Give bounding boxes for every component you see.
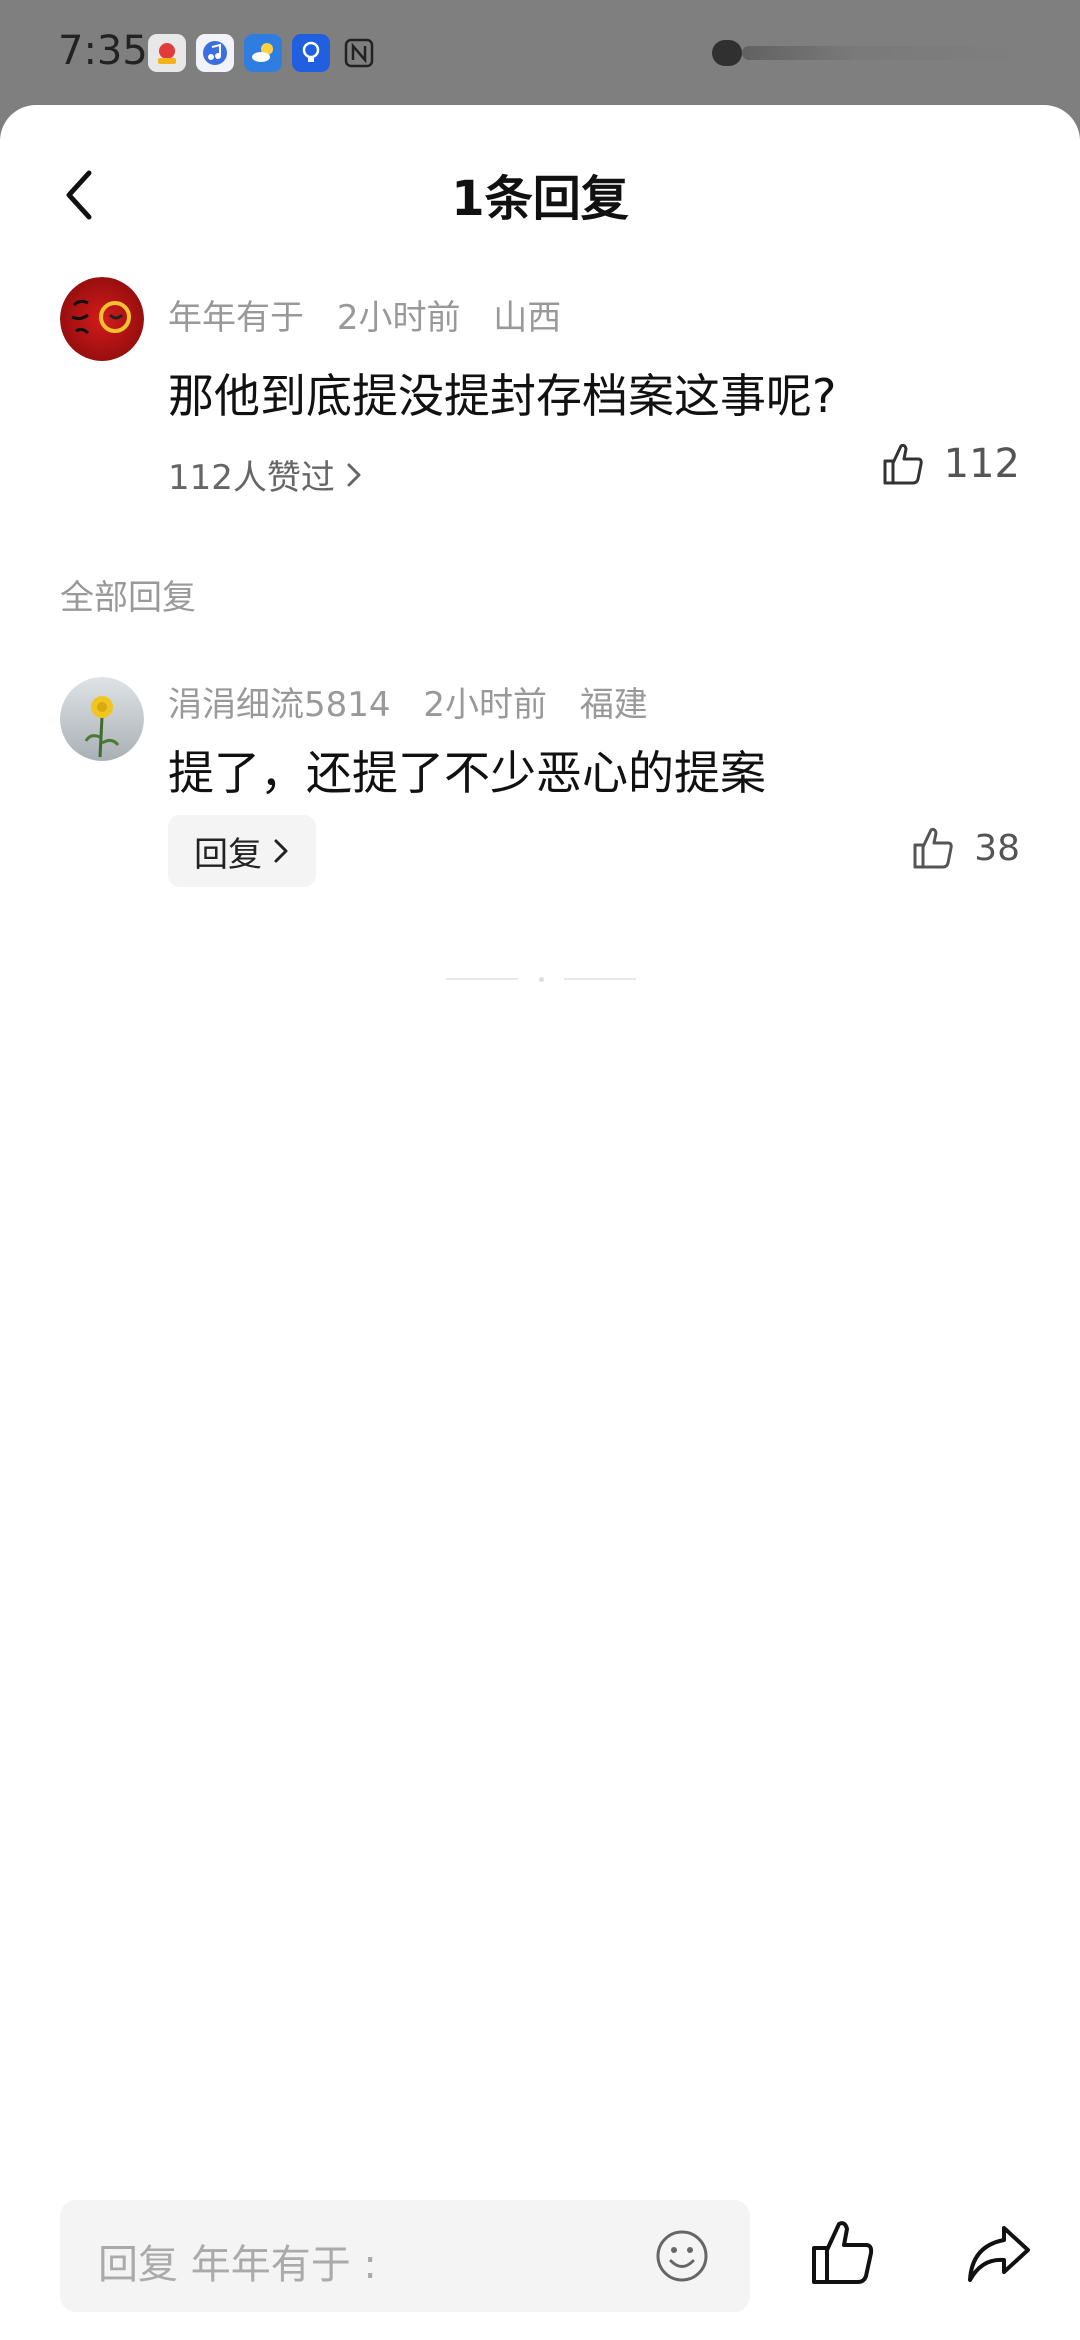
like-count: 112 bbox=[943, 441, 1020, 487]
replies-sheet: 1条回复 年年有于 2小时前 山西 那他到底提没提封存档案这事呢? 112人赞过… bbox=[0, 105, 1080, 2340]
reply-meta: 涓涓细流5814 2小时前 福建 bbox=[168, 677, 670, 726]
reply-text: 提了，还提了不少恶心的提案 bbox=[168, 746, 766, 800]
comment-text: 那他到底提没提封存档案这事呢? bbox=[168, 369, 837, 423]
reply-time: 2小时前 bbox=[423, 685, 547, 725]
comment-username[interactable]: 年年有于 bbox=[168, 298, 304, 338]
comment-time: 2小时前 bbox=[336, 298, 461, 338]
page-title: 1条回复 bbox=[451, 171, 629, 227]
reply-button-label: 回复 bbox=[194, 834, 262, 875]
bottom-action-bar: 回复 年年有于 : bbox=[0, 2190, 1080, 2340]
status-system-indicators bbox=[712, 40, 1022, 66]
status-time: 7:35 bbox=[58, 28, 148, 74]
avatar[interactable] bbox=[60, 277, 144, 361]
thumbs-up-icon bbox=[913, 827, 953, 869]
likers-text: 112人赞过 bbox=[168, 458, 335, 498]
comment-meta: 年年有于 2小时前 山西 bbox=[168, 290, 583, 339]
comment-location: 山西 bbox=[493, 298, 562, 338]
comment-like-button[interactable]: 112 bbox=[880, 441, 1020, 487]
status-notification-icons bbox=[148, 34, 378, 72]
thumbs-up-icon[interactable] bbox=[808, 2218, 878, 2288]
status-bar: 7:35 bbox=[0, 0, 1080, 105]
end-of-list-divider bbox=[446, 975, 636, 983]
reply-input[interactable]: 回复 年年有于 : bbox=[60, 2200, 750, 2312]
chevron-right-icon bbox=[347, 463, 361, 486]
reply-username[interactable]: 涓涓细流5814 bbox=[168, 685, 391, 725]
lightbulb-icon bbox=[292, 34, 330, 72]
app-notification-icon bbox=[148, 34, 186, 72]
music-icon bbox=[196, 34, 234, 72]
reply-button[interactable]: 回复 bbox=[168, 815, 316, 887]
sheet-header: 1条回复 bbox=[0, 105, 1080, 275]
like-count: 38 bbox=[974, 827, 1020, 869]
nfc-icon bbox=[340, 34, 378, 72]
reply-location: 福建 bbox=[579, 685, 648, 725]
reply-input-placeholder: 回复 年年有于 : bbox=[98, 2242, 377, 2288]
smiley-icon[interactable] bbox=[654, 2228, 710, 2284]
avatar[interactable] bbox=[60, 677, 144, 761]
reply-like-button[interactable]: 38 bbox=[910, 825, 1020, 871]
chevron-right-icon bbox=[274, 839, 288, 863]
all-replies-label: 全部回复 bbox=[60, 578, 196, 618]
weather-icon bbox=[244, 34, 282, 72]
thumbs-up-icon bbox=[883, 443, 923, 485]
share-arrow-icon[interactable] bbox=[966, 2220, 1032, 2286]
likers-link[interactable]: 112人赞过 bbox=[168, 450, 363, 499]
